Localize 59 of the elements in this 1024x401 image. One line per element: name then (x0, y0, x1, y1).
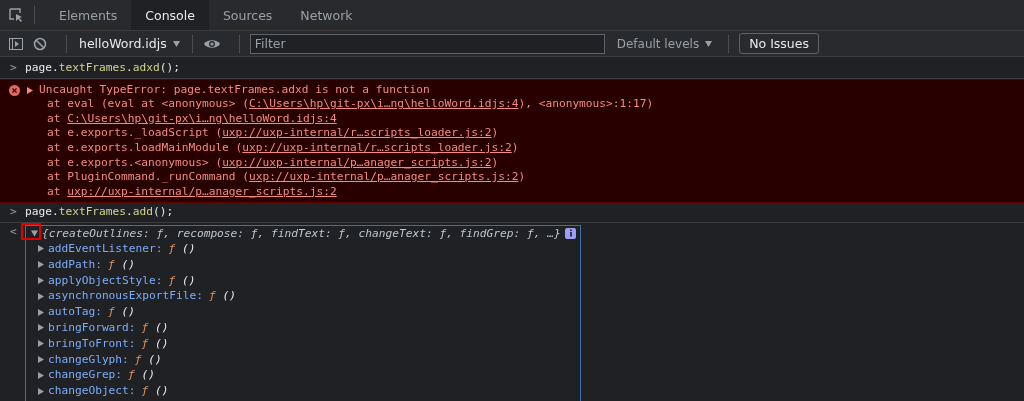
source-link[interactable]: uxp://uxp-internal/r…scripts_loader.js:2 (242, 140, 512, 154)
stack-trace-line: at e.exports.<anonymous> (uxp://uxp-internal/p…anager_scripts.js:2) (46, 155, 500, 171)
property-name: autoTag: (48, 304, 102, 320)
info-icon[interactable] (565, 227, 576, 239)
property-name: applyObjectStyle: (48, 272, 163, 289)
panel-tab[interactable]: Sources (208, 0, 287, 30)
property-value: ƒ () (141, 335, 169, 352)
expand-triangle-icon[interactable] (27, 86, 33, 94)
source-link[interactable]: uxp://uxp-internal/p…anager_scripts.js:2 (222, 155, 492, 169)
caret-icon (705, 40, 713, 47)
source-link[interactable]: C:\Users\hp\git-px\i…ng\helloWord.idjs:4 (67, 111, 337, 125)
stack-trace-line: at C:\Users\hp\git-px\i…ng\helloWord.idjs:4 (46, 111, 338, 127)
error-message: Uncaught TypeError: page.textFrames.adxd is not a function (39, 82, 430, 98)
property-value: ƒ () (107, 304, 135, 320)
property-value: ƒ () (141, 383, 169, 399)
property-name: changeObject: (48, 383, 136, 399)
object-preview: {createOutlines: ƒ, recompose: ƒ, findText: ƒ, changeText: ƒ, findGrep: ƒ, …} (42, 225, 562, 241)
error-icon (9, 84, 20, 96)
command-text: page.textFrames.adxd(); (25, 61, 180, 76)
input-prompt: > (10, 61, 18, 76)
stack-trace-line: at PluginCommand._runCommand (uxp://uxp-internal/p…anager_scripts.js:2) (46, 170, 527, 185)
property-value: ƒ () (141, 319, 169, 336)
stack-trace-line: at e.exports._loadScript (uxp://uxp-internal/r…scripts_loader.js:2) (46, 126, 500, 141)
clear-console-icon[interactable] (32, 35, 48, 52)
highlight-box (21, 222, 41, 240)
property-value: ƒ () (107, 256, 135, 273)
property-name: changeGlyph: (48, 351, 129, 368)
source-link[interactable]: C:\Users\hp\git-px\i…ng\helloWord.idjs:4 (249, 97, 519, 111)
input-prompt: > (10, 205, 18, 220)
context-dropdown[interactable]: helloWord.idjs (77, 36, 182, 51)
property-name: addEventListener: (48, 240, 163, 257)
stack-trace-line: at eval (eval at <anonymous> (C:\Users\hp\git-px\i…ng\helloWord.idjs:4), <anonymous>:1:17) (46, 97, 654, 112)
property-name: bringToFront: (48, 335, 136, 352)
panel-tab[interactable]: Console (131, 0, 209, 30)
command-text: page.textFrames.add(); (25, 205, 174, 220)
property-value: ƒ () (168, 272, 196, 289)
stack-trace-line: at e.exports.loadMainModule (uxp://uxp-internal/r…scripts_loader.js:2) (46, 140, 520, 156)
source-link[interactable]: uxp://uxp-internal/r…scripts_loader.js:2 (222, 126, 492, 140)
property-value: ƒ () (168, 240, 196, 257)
source-link[interactable]: uxp://uxp-internal/p…anager_scripts.js:2 (249, 170, 519, 184)
filter-field[interactable]: Filter (249, 33, 605, 54)
panel-tab[interactable]: Elements (45, 0, 132, 30)
stack-trace-line: at uxp://uxp-internal/p…anager_scripts.js:2 (46, 184, 338, 200)
property-name: asynchronousExportFile: (48, 288, 203, 305)
log-levels-dropdown[interactable]: Default levels (610, 35, 719, 52)
property-value: ƒ () (134, 351, 162, 368)
property-value: ƒ () (208, 288, 236, 305)
caret-icon (172, 40, 180, 47)
collapse-triangle-icon[interactable] (31, 229, 38, 237)
property-name: changeGrep: (48, 367, 123, 384)
result-prompt: < (10, 224, 18, 240)
property-value: ƒ () (128, 367, 156, 384)
sidebar-toggle-icon[interactable] (8, 35, 24, 52)
issues-button[interactable]: No Issues (739, 33, 819, 54)
panel-tab[interactable]: Network (286, 0, 367, 30)
property-name: addPath: (48, 256, 102, 273)
property-name: bringForward: (48, 319, 136, 336)
source-link[interactable]: uxp://uxp-internal/p…anager_scripts.js:2 (67, 184, 337, 198)
inspect-icon[interactable] (8, 7, 24, 23)
